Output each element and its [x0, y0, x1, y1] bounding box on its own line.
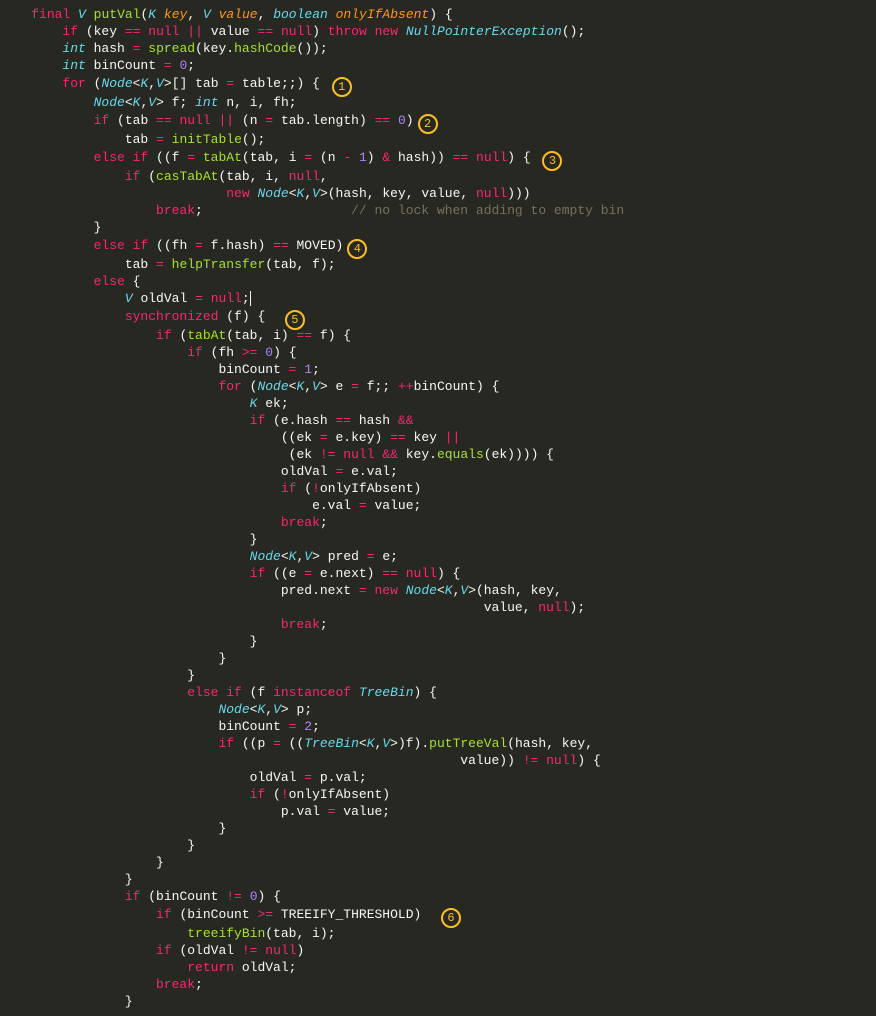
keyword-if: if	[62, 24, 78, 39]
text-caret: ;	[242, 291, 251, 306]
annotation-badge-5: 5	[285, 310, 305, 330]
comment: // no lock when adding to empty bin	[351, 203, 624, 218]
type-NullPointerException: NullPointerException	[406, 24, 562, 39]
type-V: V	[78, 7, 86, 22]
param-key: key	[164, 7, 187, 22]
keyword-final: final	[31, 7, 70, 22]
type-boolean: boolean	[273, 7, 328, 22]
punct: ) {	[429, 7, 452, 22]
type-V: V	[203, 7, 211, 22]
annotation-badge-2: 2	[418, 114, 438, 134]
method-putVal: putVal	[94, 7, 141, 22]
annotation-badge-1: 1	[332, 77, 352, 97]
annotation-badge-3: 3	[542, 151, 562, 171]
param-onlyIfAbsent: onlyIfAbsent	[336, 7, 430, 22]
annotation-badge-6: 6	[441, 908, 461, 928]
code-block[interactable]: final V putVal(K key, V value, boolean o…	[0, 6, 876, 1010]
param-value: value	[219, 7, 258, 22]
annotation-badge-4: 4	[347, 239, 367, 259]
type-K: K	[148, 7, 156, 22]
